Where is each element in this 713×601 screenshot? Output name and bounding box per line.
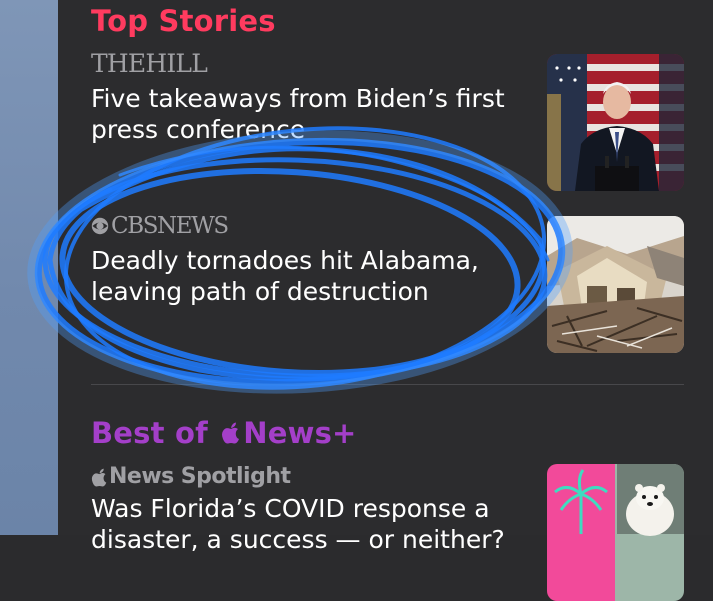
section-title-suffix: News+ bbox=[243, 416, 357, 450]
source-name-part1: News bbox=[109, 464, 174, 489]
tornado-damage-photo-icon bbox=[547, 216, 684, 353]
press-conference-photo-icon bbox=[547, 54, 684, 191]
apple-logo-icon bbox=[222, 422, 240, 444]
story-thumbnail[interactable] bbox=[547, 54, 684, 191]
source-logo-cbs-news: CBSNEWS bbox=[91, 213, 229, 239]
source-name: CBSNEWS bbox=[111, 213, 229, 239]
source-logo-the-hill: THEHILL bbox=[91, 49, 208, 78]
story-headline[interactable]: Was Florida’s COVID response a disaster,… bbox=[91, 493, 531, 555]
story-thumbnail[interactable] bbox=[547, 464, 684, 601]
palm-and-polar-bear-photo-icon bbox=[547, 464, 684, 601]
section-title-best-of-news-plus[interactable]: Best of News+ bbox=[91, 416, 357, 450]
story-thumbnail[interactable] bbox=[547, 216, 684, 353]
source-logo-news-spotlight: News Spotlight bbox=[91, 464, 291, 490]
story-headline[interactable]: Five takeaways from Biden’s first press … bbox=[91, 83, 531, 145]
story-headline[interactable]: Deadly tornadoes hit Alabama, leaving pa… bbox=[91, 245, 531, 307]
source-name-part2: Spotlight bbox=[180, 464, 291, 489]
section-title-prefix: Best of bbox=[91, 416, 219, 450]
apple-logo-icon bbox=[91, 468, 107, 486]
section-divider bbox=[91, 384, 684, 385]
section-title-top-stories[interactable]: Top Stories bbox=[91, 4, 276, 38]
cbs-eye-icon bbox=[91, 217, 109, 235]
background-wallpaper-strip bbox=[0, 0, 58, 535]
